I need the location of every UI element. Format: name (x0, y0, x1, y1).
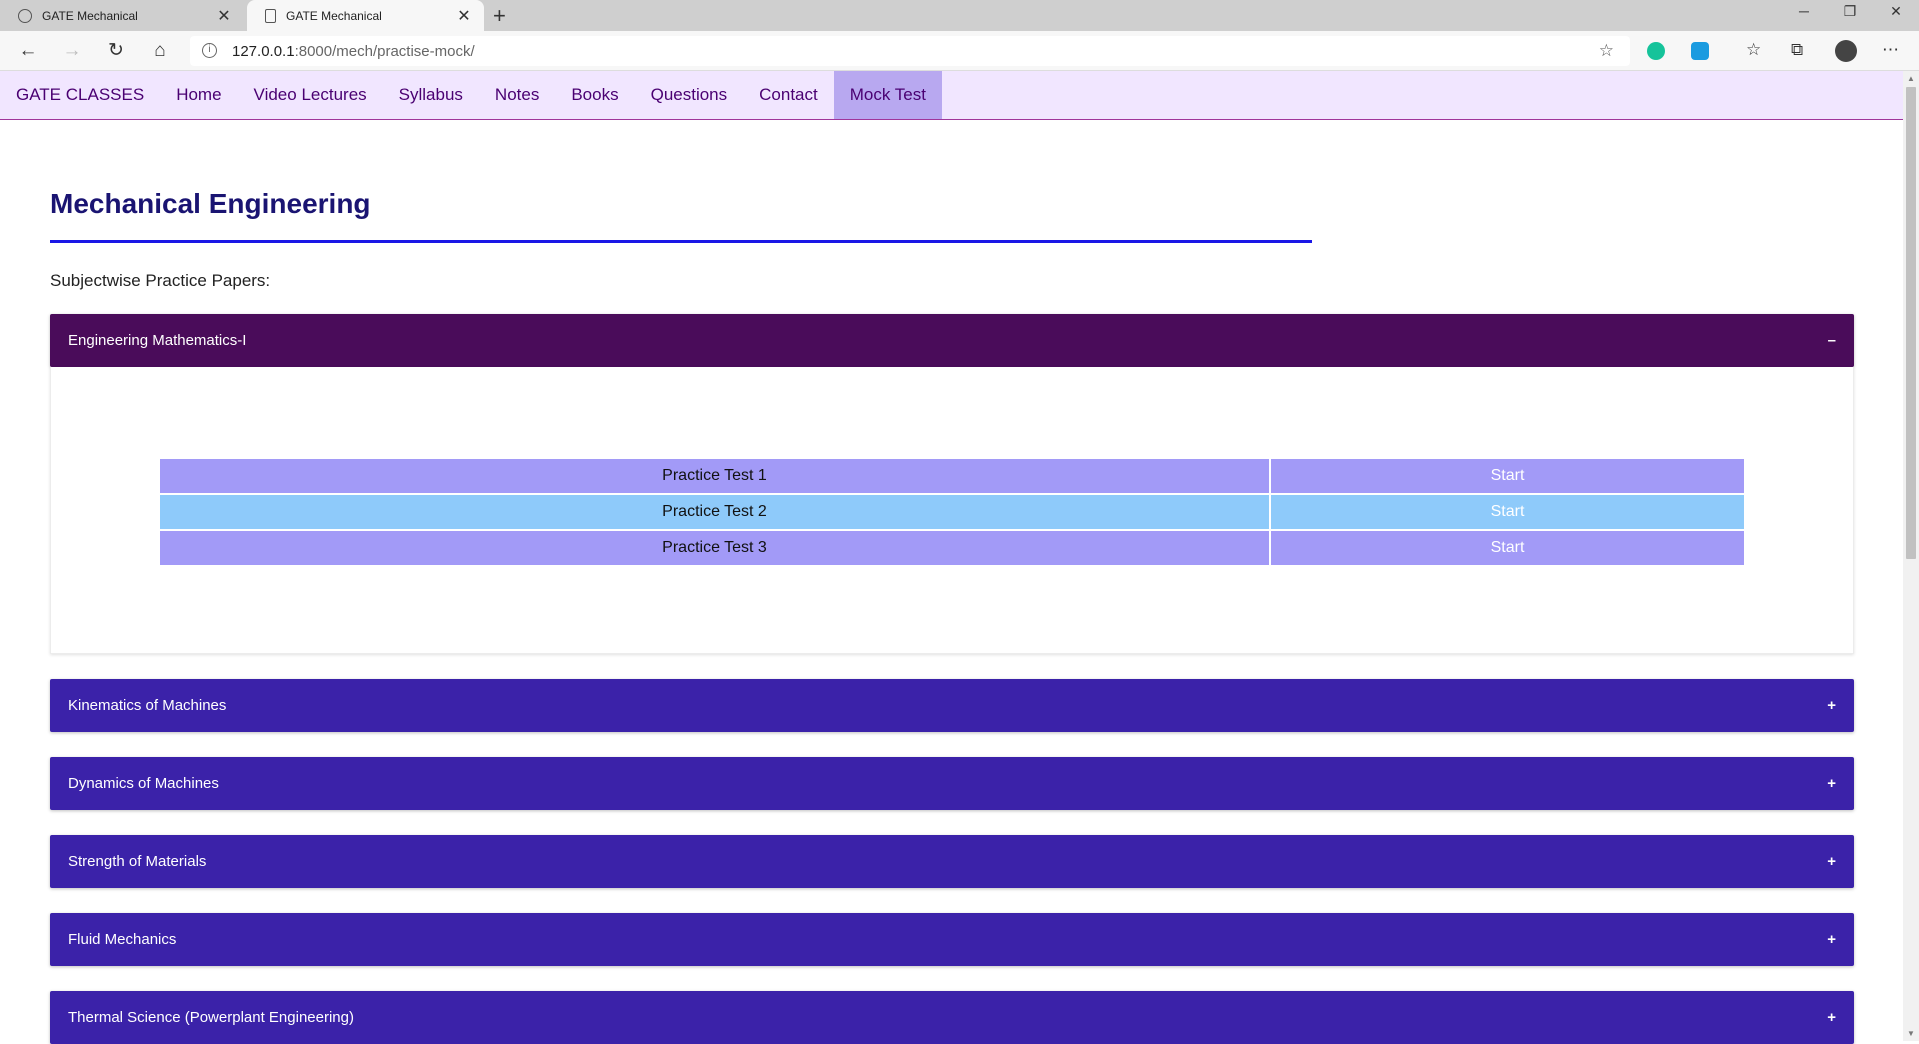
scroll-up-icon[interactable]: ▲ (1907, 74, 1915, 83)
accordion-title: Engineering Mathematics-I (68, 332, 247, 349)
address-bar: ← → ↻ ⌂ i 127.0.0.1:8000/mech/practise-m… (0, 31, 1919, 71)
nav-item-notes[interactable]: Notes (479, 71, 555, 119)
restore-icon[interactable]: ❐ (1827, 3, 1873, 20)
accordion-panel: Practice Test 1 Start Practice Test 2 St… (50, 367, 1854, 654)
nav-item-video-lectures[interactable]: Video Lectures (238, 71, 383, 119)
accordion-header[interactable]: Engineering Mathematics-I – (50, 314, 1854, 367)
browser-tab-2[interactable]: GATE Mechanical ✕ (247, 0, 484, 31)
start-test-button[interactable]: Start (1269, 529, 1746, 567)
test-name: Practice Test 1 (158, 457, 1271, 495)
collections-icon[interactable]: ⧉ (1791, 40, 1803, 60)
scrollbar-thumb[interactable] (1906, 87, 1916, 559)
minimize-icon[interactable]: ─ (1781, 3, 1827, 19)
accordion-header[interactable]: Dynamics of Machines + (50, 757, 1854, 810)
page-scrollbar[interactable]: ▲ ▼ (1903, 71, 1919, 1041)
reload-icon[interactable]: ↻ (104, 39, 128, 63)
expand-icon[interactable]: + (1827, 1009, 1836, 1026)
close-window-icon[interactable]: ✕ (1873, 3, 1919, 20)
accordion-title: Fluid Mechanics (68, 931, 177, 948)
favorite-add-icon[interactable]: ☆ (1599, 41, 1614, 61)
accordion-title: Kinematics of Machines (68, 697, 227, 714)
nav-brand[interactable]: GATE CLASSES (0, 71, 160, 119)
accordion-item-engineering-mathematics: Engineering Mathematics-I – Practice Tes… (50, 314, 1854, 654)
nav-item-syllabus[interactable]: Syllabus (383, 71, 479, 119)
favorites-icon[interactable]: ☆ (1746, 40, 1761, 60)
new-tab-button[interactable]: + (493, 3, 506, 29)
accordion-title: Dynamics of Machines (68, 775, 219, 792)
table-row: Practice Test 2 Start (158, 493, 1746, 531)
test-name: Practice Test 2 (158, 493, 1271, 531)
accordion-item-kinematics: Kinematics of Machines + (50, 679, 1854, 732)
test-name: Practice Test 3 (158, 529, 1271, 567)
accordion-header[interactable]: Thermal Science (Powerplant Engineering)… (50, 991, 1854, 1044)
nav-item-questions[interactable]: Questions (635, 71, 744, 119)
grammarly-extension-icon[interactable] (1647, 42, 1665, 60)
info-icon[interactable]: i (202, 43, 217, 58)
accordion-item-strength-of-materials: Strength of Materials + (50, 835, 1854, 888)
accordion-header[interactable]: Fluid Mechanics + (50, 913, 1854, 966)
nav-item-books[interactable]: Books (555, 71, 634, 119)
browser-tab-1[interactable]: GATE Mechanical ✕ (0, 0, 244, 31)
expand-icon[interactable]: + (1827, 931, 1836, 948)
extension-icon[interactable] (1691, 42, 1709, 60)
start-test-button[interactable]: Start (1269, 493, 1746, 531)
tab-title: GATE Mechanical (42, 8, 138, 23)
close-icon[interactable]: ✕ (452, 6, 476, 26)
page-title: Mechanical Engineering (50, 188, 371, 219)
collapse-icon[interactable]: – (1828, 332, 1836, 349)
practice-tests-table: Practice Test 1 Start Practice Test 2 St… (158, 457, 1746, 567)
table-row: Practice Test 1 Start (158, 457, 1746, 495)
accordion-header[interactable]: Kinematics of Machines + (50, 679, 1854, 732)
nav-item-home[interactable]: Home (160, 71, 237, 119)
tab-title: GATE Mechanical (286, 8, 382, 23)
scroll-down-icon[interactable]: ▼ (1907, 1029, 1915, 1038)
start-test-button[interactable]: Start (1269, 457, 1746, 495)
home-icon[interactable]: ⌂ (148, 39, 172, 63)
expand-icon[interactable]: + (1827, 775, 1836, 792)
accordion-header[interactable]: Strength of Materials + (50, 835, 1854, 888)
back-icon[interactable]: ← (16, 39, 40, 63)
globe-icon (18, 8, 32, 23)
site-navbar: GATE CLASSES Home Video Lectures Syllabu… (0, 71, 1903, 120)
expand-icon[interactable]: + (1827, 853, 1836, 870)
url-text: 127.0.0.1:8000/mech/practise-mock/ (232, 43, 475, 60)
expand-icon[interactable]: + (1827, 697, 1836, 714)
browser-tab-bar: GATE Mechanical ✕ GATE Mechanical ✕ + ─ … (0, 0, 1919, 31)
more-options-icon[interactable]: ⋯ (1882, 40, 1899, 60)
accordion-item-thermal-science: Thermal Science (Powerplant Engineering)… (50, 991, 1854, 1044)
table-row: Practice Test 3 Start (158, 529, 1746, 567)
accordion-title: Strength of Materials (68, 853, 207, 870)
nav-item-contact[interactable]: Contact (743, 71, 834, 119)
main-content: Mechanical Engineering Subjectwise Pract… (50, 120, 1854, 1044)
accordion-title: Thermal Science (Powerplant Engineering) (68, 1009, 354, 1026)
accordion-item-dynamics: Dynamics of Machines + (50, 757, 1854, 810)
url-field[interactable]: i 127.0.0.1:8000/mech/practise-mock/ ☆ (190, 36, 1630, 66)
profile-avatar[interactable] (1835, 40, 1857, 62)
page-subtitle: Subjectwise Practice Papers: (50, 271, 271, 290)
accordion-item-fluid-mechanics: Fluid Mechanics + (50, 913, 1854, 966)
page-icon (265, 8, 276, 23)
nav-item-mock-test[interactable]: Mock Test (833, 71, 942, 119)
close-icon[interactable]: ✕ (212, 6, 236, 26)
title-divider (50, 240, 1312, 243)
forward-icon[interactable]: → (60, 39, 84, 63)
